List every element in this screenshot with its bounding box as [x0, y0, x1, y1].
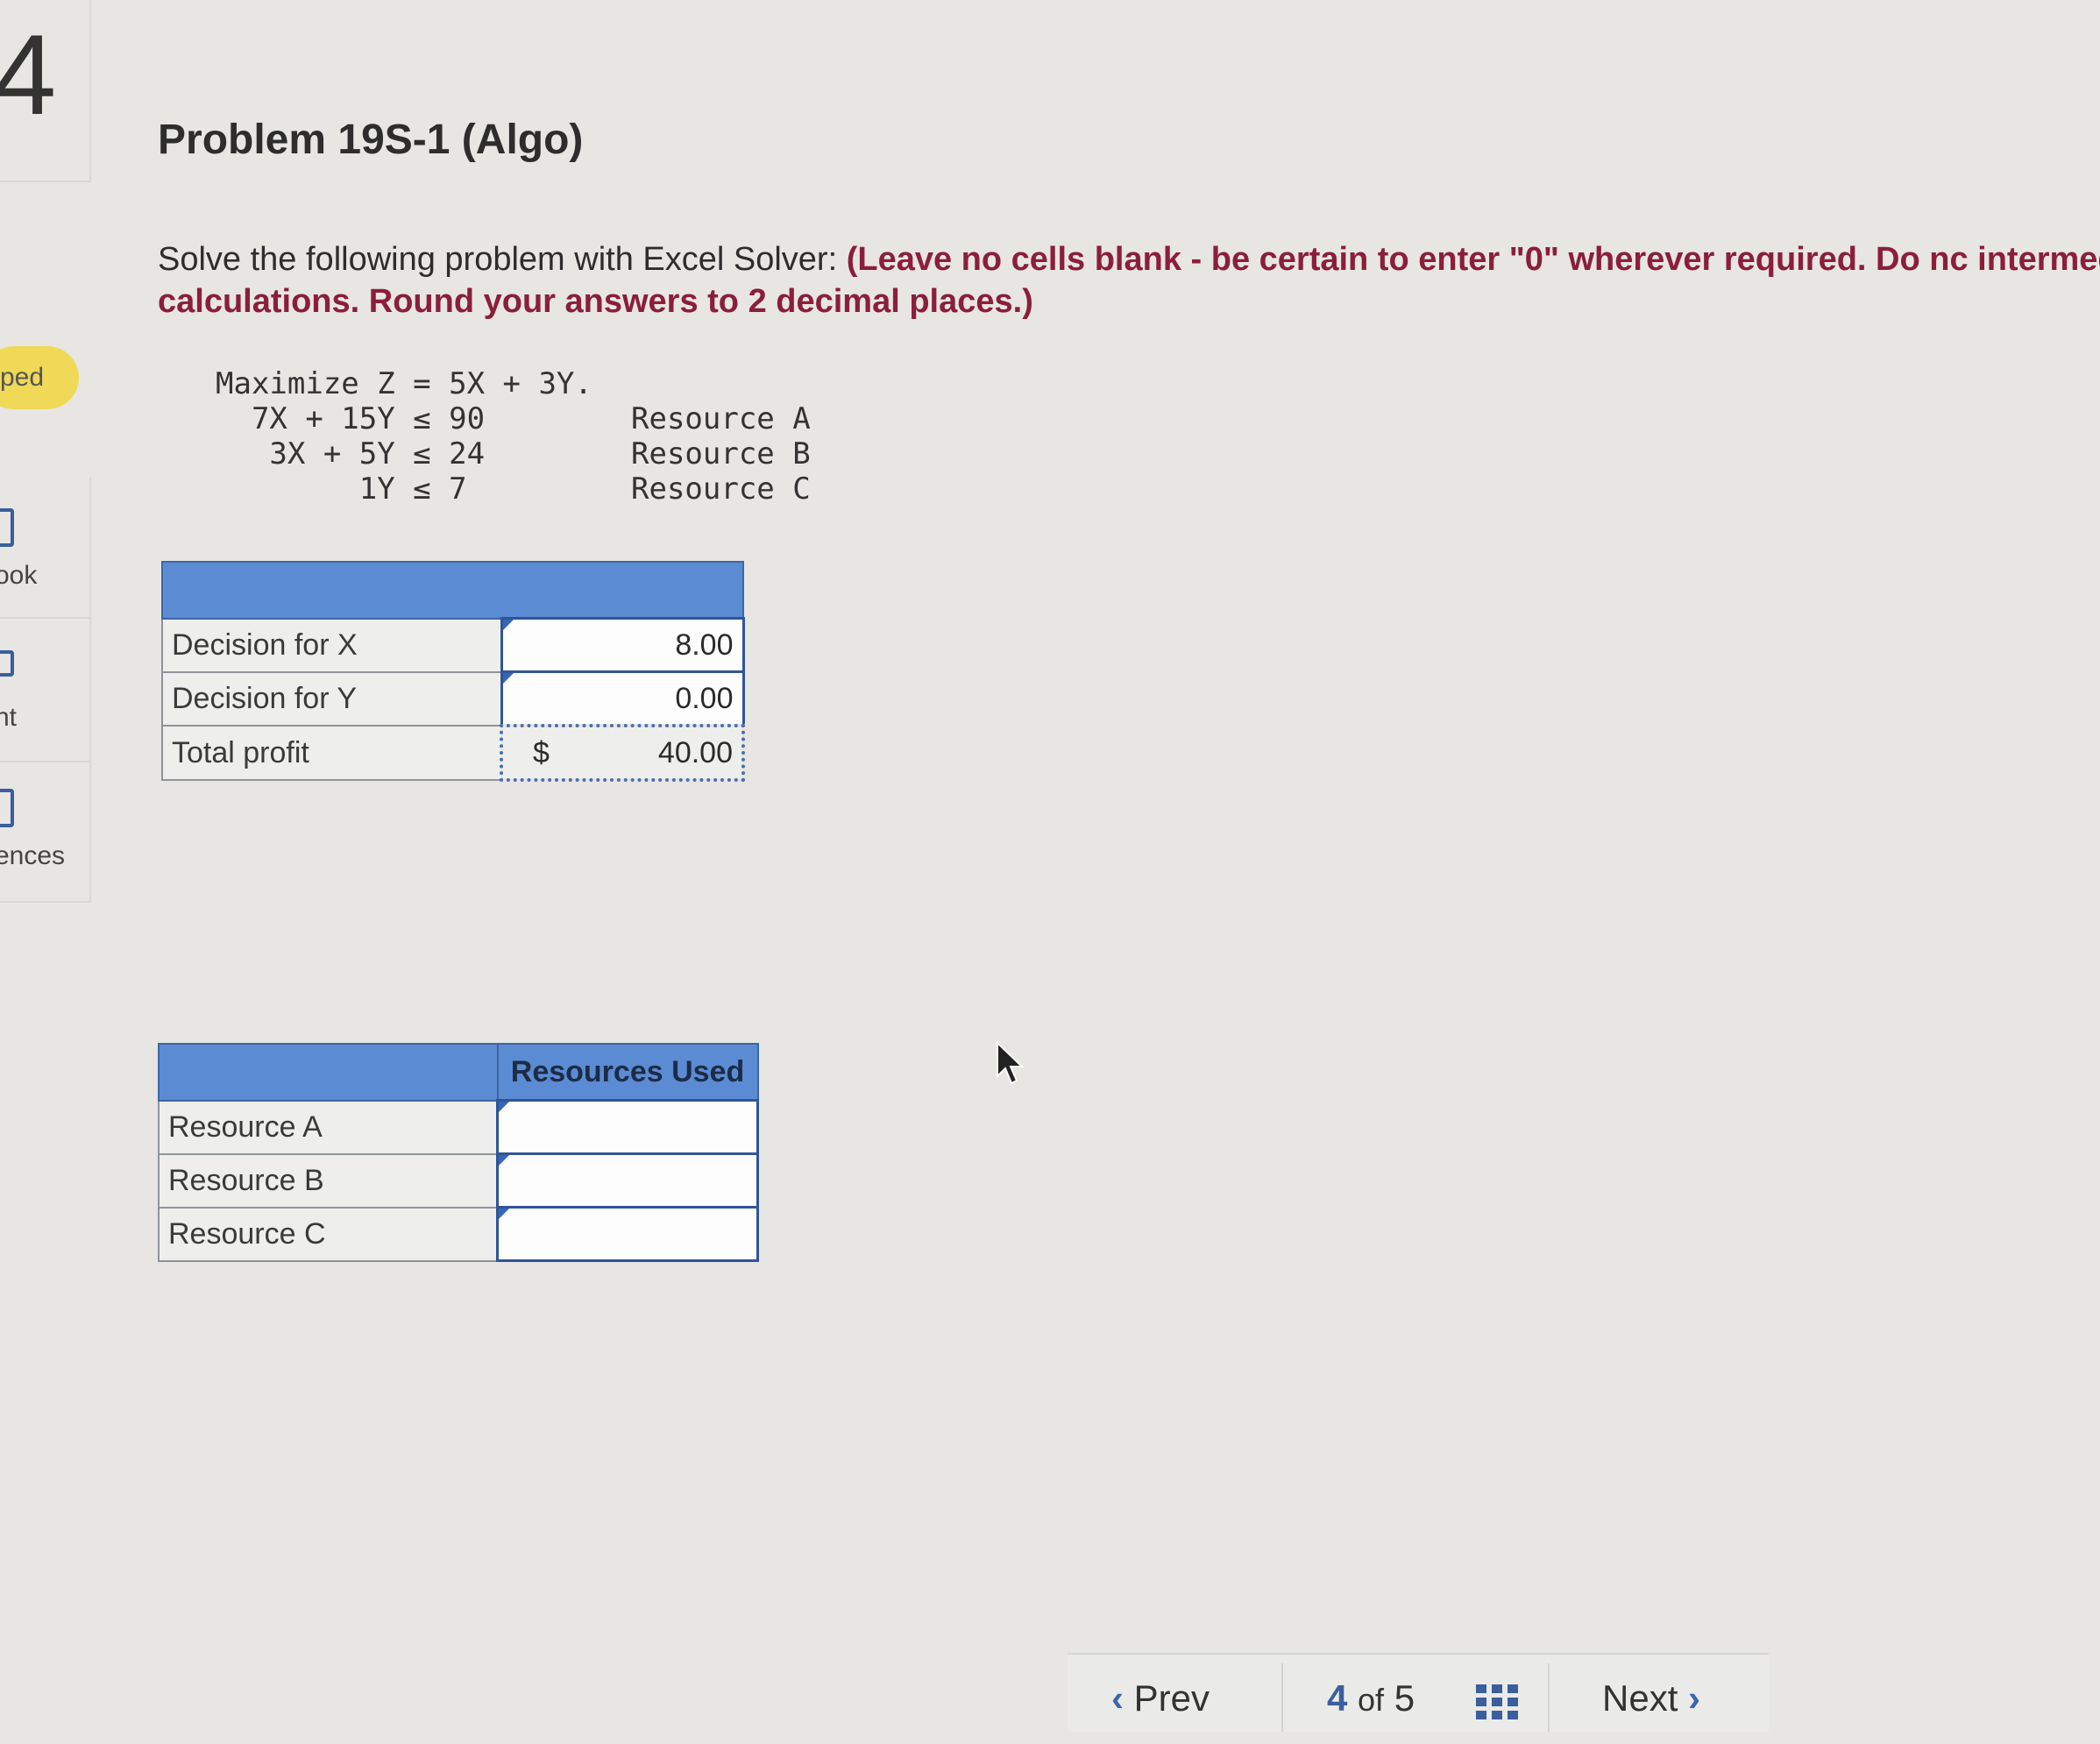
decision-table: Decision for X 8.00 Decision for Y 0.00 … — [161, 561, 745, 782]
sidebar-item-ebook[interactable]: ook — [0, 477, 91, 619]
lp-resource-labels: Resource A Resource B Resource C — [631, 401, 811, 507]
next-label: Next — [1602, 1677, 1678, 1719]
sidebar-item-label: ook — [0, 561, 38, 590]
lp-formulation: Maximize Z = 5X + 3Y. 7X + 15Y ≤ 90 3X +… — [216, 366, 592, 507]
prev-label: Prev — [1133, 1677, 1210, 1719]
page-current: 4 — [1327, 1677, 1348, 1719]
table-row: Total profit $ 40.00 — [161, 724, 745, 782]
resources-table: Resources Used Resource A Resource B Res… — [158, 1043, 759, 1262]
instruction-text: Solve the following problem with Excel S… — [158, 241, 847, 278]
resource-c-label: Resource C — [158, 1206, 499, 1262]
decision-y-label: Decision for Y — [161, 670, 502, 727]
resource-b-input[interactable] — [496, 1152, 759, 1209]
decision-x-label: Decision for X — [161, 617, 502, 673]
sidebar-item-label: nt — [0, 703, 18, 732]
mouse-cursor-icon — [997, 1041, 1025, 1085]
question-number: 4 — [0, 11, 57, 138]
total-profit-cell: $ 40.00 — [500, 724, 745, 782]
chevron-right-icon: › — [1688, 1677, 1701, 1719]
question-navigation: ‹ Prev 4 of 5 Next › — [1068, 1653, 1769, 1732]
decision-table-header — [161, 561, 744, 620]
sidebar: 4 ped ook nt ences — [0, 0, 91, 1730]
table-row: Resource B — [158, 1152, 759, 1209]
total-profit-label: Total profit — [161, 725, 502, 781]
sidebar-item-label: ences — [0, 841, 66, 870]
page-indicator[interactable]: 4 of 5 — [1327, 1655, 1415, 1732]
decision-x-input[interactable]: 8.00 — [500, 617, 745, 673]
currency-symbol: $ — [533, 735, 550, 769]
question-number-block[interactable]: 4 — [0, 0, 91, 182]
table-row: Decision for X 8.00 — [161, 617, 745, 673]
resource-a-input[interactable] — [496, 1099, 759, 1155]
grid-view-icon[interactable] — [1476, 1684, 1520, 1719]
problem-instructions: Solve the following problem with Excel S… — [158, 238, 2100, 323]
references-icon — [0, 789, 14, 827]
resources-table-blank-header — [158, 1043, 499, 1102]
next-button[interactable]: Next › — [1602, 1655, 1700, 1732]
page-of: of — [1358, 1682, 1385, 1718]
skipped-badge: ped — [0, 346, 79, 409]
resource-b-label: Resource B — [158, 1152, 499, 1209]
sidebar-item-print[interactable]: nt — [0, 619, 91, 762]
table-row: Resource A — [158, 1099, 759, 1155]
nav-divider — [1281, 1663, 1283, 1732]
page-total: 5 — [1394, 1677, 1415, 1719]
table-row: Decision for Y 0.00 — [161, 670, 745, 727]
decision-y-input[interactable]: 0.00 — [500, 670, 745, 727]
sidebar-item-references[interactable]: ences — [0, 762, 91, 903]
resources-used-header: Resources Used — [496, 1043, 759, 1102]
problem-title: Problem 19S-1 (Algo) — [158, 117, 584, 163]
print-icon — [0, 650, 14, 677]
nav-divider — [1548, 1663, 1550, 1732]
resource-a-label: Resource A — [158, 1099, 499, 1155]
table-row: Resource C — [158, 1206, 759, 1262]
total-profit-value: 40.00 — [657, 735, 733, 769]
prev-button[interactable]: ‹ Prev — [1111, 1655, 1210, 1732]
chevron-left-icon: ‹ — [1111, 1677, 1124, 1719]
resource-c-input[interactable] — [496, 1206, 759, 1262]
book-icon — [0, 508, 14, 547]
